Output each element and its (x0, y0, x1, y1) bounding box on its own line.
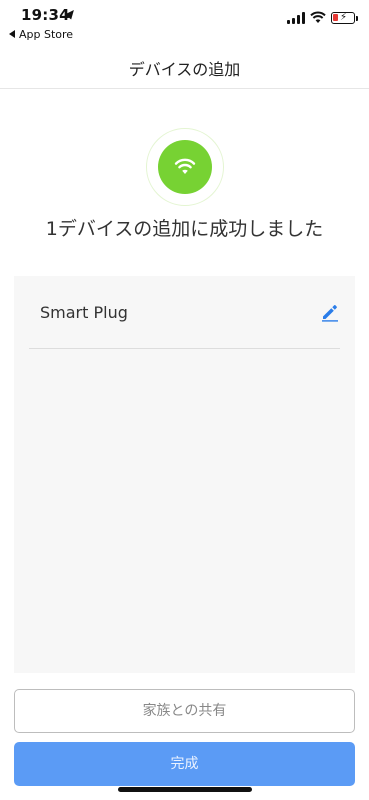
done-button[interactable]: 完成 (14, 742, 355, 786)
device-list: Smart Plug (14, 276, 355, 673)
device-name: Smart Plug (40, 303, 128, 322)
share-with-family-button[interactable]: 家族との共有 (14, 689, 355, 733)
home-indicator (118, 787, 252, 792)
battery-icon: ⚡ (331, 12, 355, 24)
wifi-icon (174, 158, 196, 174)
cellular-signal-icon (287, 12, 305, 24)
status-time: 19:34 (21, 6, 70, 24)
battery-cap (356, 16, 358, 21)
wifi-status-icon (310, 11, 326, 23)
wifi-success-badge (158, 140, 212, 194)
back-to-app-link[interactable]: App Store (9, 28, 73, 41)
device-row[interactable]: Smart Plug (29, 276, 340, 349)
back-triangle-icon (9, 30, 15, 38)
back-app-label: App Store (19, 28, 74, 41)
edit-pencil-icon[interactable] (320, 302, 340, 322)
page-title: デバイスの追加 (128, 60, 241, 79)
nav-divider (0, 88, 369, 89)
status-bar: 19:34 App Store ⚡ (0, 0, 369, 44)
success-message: 1デバイスの追加に成功しました (45, 218, 324, 240)
